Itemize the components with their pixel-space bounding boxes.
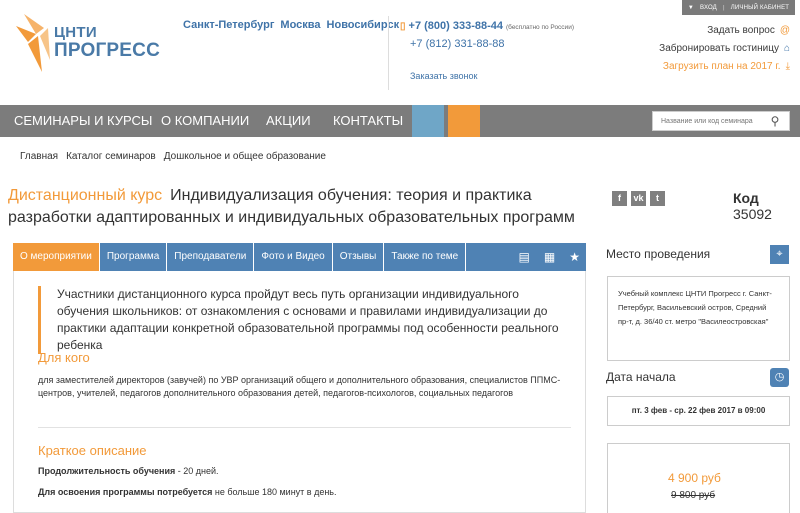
divider	[388, 16, 389, 90]
ask-question-link[interactable]: Задать вопрос @	[659, 22, 790, 40]
search-input[interactable]	[653, 112, 763, 130]
nav-blue-block[interactable]	[412, 105, 444, 137]
ask-question-label: Задать вопрос	[707, 25, 775, 36]
logo-text-line1: ЦНТИ	[54, 24, 97, 41]
course-kind: Дистанционный курс	[8, 187, 163, 204]
time-value: не больше 180 минут в день.	[212, 487, 337, 497]
start-date-title: Дата начала	[606, 370, 676, 384]
phone-icon: ▯	[400, 21, 406, 32]
duration-value: - 20 дней.	[175, 466, 219, 476]
facebook-icon[interactable]: f	[612, 191, 627, 206]
search-icon[interactable]: ⚲	[763, 114, 787, 128]
main-nav: СЕМИНАРЫ И КУРСЫ О КОМПАНИИ АКЦИИ КОНТАК…	[0, 105, 800, 137]
nav-contacts[interactable]: КОНТАКТЫ	[333, 105, 403, 137]
logo-text-line2: ПРОГРЕСС	[54, 40, 161, 61]
start-date-box: пт. 3 фев - ср. 22 фев 2017 в 09:00	[607, 396, 790, 426]
clock-icon[interactable]: ◷	[770, 368, 789, 387]
breadcrumb: Главная Каталог семинаров Дошкольное и о…	[20, 151, 326, 162]
venue-title: Место проведения	[606, 247, 711, 261]
logo-shape-3	[28, 36, 42, 72]
city-selector: Санкт-Петербург Москва Новосибирск	[183, 19, 399, 31]
nav-seminars[interactable]: СЕМИНАРЫ И КУРСЫ	[14, 105, 152, 137]
section-title-audience: Для кого	[38, 350, 90, 365]
venue-box: Учебный комплекс ЦНТИ Прогресс г. Санкт-…	[607, 276, 790, 361]
login-link[interactable]: ВХОД	[700, 5, 717, 11]
phone-note: (бесплатно по России)	[506, 24, 574, 31]
social-share: f vk t	[612, 191, 665, 206]
at-icon: @	[779, 25, 790, 36]
old-price: 9 800 руб	[671, 490, 716, 501]
tab-tools: ▤ ▦ ★	[519, 243, 580, 271]
course-code-value: 35092	[733, 206, 772, 222]
star-icon[interactable]: ★	[569, 250, 580, 264]
tab-bar: О мероприятии Программа Преподаватели Фо…	[13, 243, 586, 271]
login-strip: ▼ ВХОД | ЛИЧНЫЙ КАБИНЕТ	[682, 0, 795, 15]
header-actions: Задать вопрос @ Забронировать гостиницу ⌂ …	[659, 22, 790, 76]
bed-icon: ⌂	[783, 43, 790, 54]
section-title-summary: Краткое описание	[38, 443, 147, 458]
nav-promotions[interactable]: АКЦИИ	[266, 105, 311, 137]
phone-secondary[interactable]: +7 (812) 331-88-88	[410, 38, 504, 50]
logo-shape-4	[40, 28, 50, 60]
nav-about[interactable]: О КОМПАНИИ	[161, 105, 249, 137]
phone-primary: ▯ +7 (800) 333-88-44 (бесплатно по России)	[400, 20, 574, 32]
tab-about[interactable]: О мероприятии	[13, 243, 100, 271]
time-label: Для освоения программы потребуется	[38, 487, 213, 497]
breadcrumb-catalog[interactable]: Каталог семинаров	[66, 151, 156, 162]
duration-label: Продолжительность обучения	[38, 466, 176, 476]
map-icon[interactable]: ⌖	[770, 245, 789, 264]
city-link[interactable]: Москва	[280, 19, 320, 31]
tab-related[interactable]: Также по теме	[384, 243, 467, 271]
download-plan-label: Загрузить план на 2017 г.	[662, 61, 781, 72]
lead-text: Участники дистанционного курса пройдут в…	[38, 286, 573, 354]
callback-link[interactable]: Заказать звонок	[410, 71, 477, 81]
calendar-icon[interactable]: ▦	[544, 250, 555, 264]
duration-line: Продолжительность обучения - 20 дней.	[38, 466, 219, 476]
download-icon: ⤓	[785, 61, 790, 72]
page-title: Дистанционный курс Индивидуализация обуче…	[8, 185, 588, 229]
tab-reviews[interactable]: Отзывы	[333, 243, 385, 271]
course-code-label: Код	[733, 190, 759, 206]
audience-text: для заместителей директоров (завучей) по…	[38, 375, 561, 398]
time-line: Для освоения программы потребуется не бо…	[38, 487, 337, 497]
search-box: ⚲	[652, 111, 790, 131]
city-link[interactable]: Санкт-Петербург	[183, 19, 274, 31]
course-code: Код 35092	[733, 190, 800, 222]
tab-photo-video[interactable]: Фото и Видео	[254, 243, 333, 271]
tab-teachers[interactable]: Преподаватели	[167, 243, 255, 271]
phone-primary-number[interactable]: +7 (800) 333-88-44	[409, 20, 503, 32]
book-hotel-label: Забронировать гостиницу	[659, 43, 779, 54]
cabinet-link[interactable]: ЛИЧНЫЙ КАБИНЕТ	[731, 5, 789, 11]
download-plan-link[interactable]: Загрузить план на 2017 г. ⤓	[659, 58, 790, 76]
section-divider	[38, 427, 571, 428]
twitter-icon[interactable]: t	[650, 191, 665, 206]
vk-icon[interactable]: vk	[631, 191, 646, 206]
nav-orange-block[interactable]	[448, 105, 480, 137]
price: 4 900 руб	[668, 471, 721, 485]
print-icon[interactable]: ▤	[519, 250, 530, 264]
separator: |	[722, 4, 725, 11]
dropdown-arrow-icon: ▼	[687, 4, 694, 11]
tab-program[interactable]: Программа	[100, 243, 168, 271]
breadcrumb-category[interactable]: Дошкольное и общее образование	[164, 151, 326, 162]
book-hotel-link[interactable]: Забронировать гостиницу ⌂	[659, 40, 790, 58]
breadcrumb-home[interactable]: Главная	[20, 151, 58, 162]
